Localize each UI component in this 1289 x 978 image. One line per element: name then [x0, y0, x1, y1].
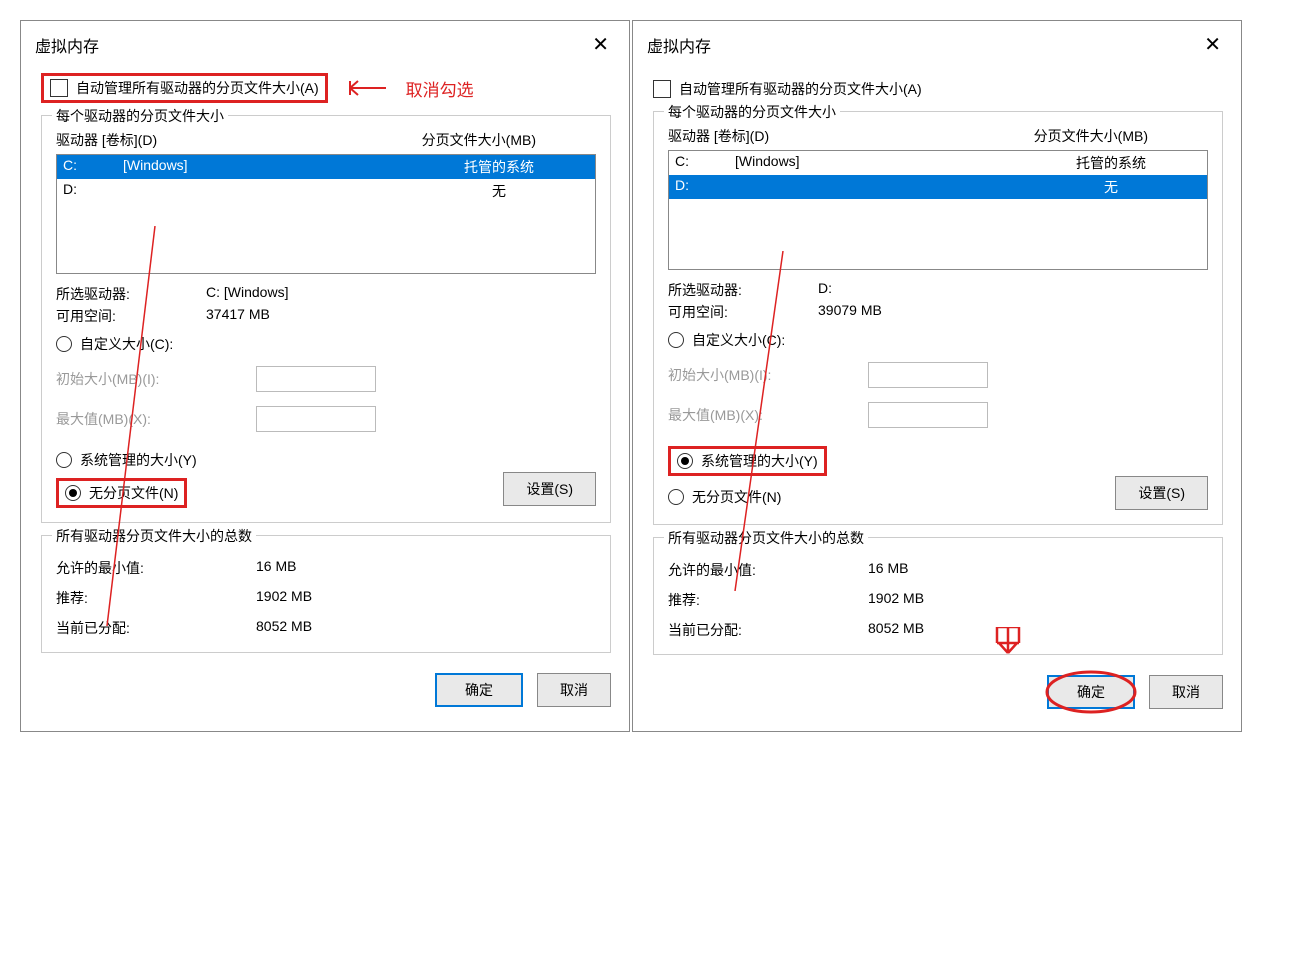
- radio-none-label: 无分页文件(N): [692, 487, 781, 507]
- drive-letter: C:: [63, 157, 123, 177]
- drive-label: [735, 177, 1021, 197]
- rec-value: 1902 MB: [868, 590, 924, 610]
- virtual-memory-dialog-right: 虚拟内存 ✕ 自动管理所有驱动器的分页文件大小(A) 每个驱动器的分页文件大小 …: [632, 20, 1242, 732]
- list-item[interactable]: C:[Windows]托管的系统: [669, 151, 1207, 175]
- free-space-label: 可用空间:: [668, 302, 818, 322]
- cur-label: 当前已分配:: [56, 618, 256, 638]
- close-icon[interactable]: ✕: [1196, 31, 1229, 59]
- drive-letter: D:: [63, 181, 123, 201]
- radio-no-paging[interactable]: 无分页文件(N): [56, 478, 187, 508]
- rec-label: 推荐:: [56, 588, 256, 608]
- dialog-title: 虚拟内存: [647, 33, 711, 57]
- radio-icon[interactable]: [56, 336, 72, 352]
- radio-system-managed[interactable]: 系统管理的大小(Y): [56, 450, 596, 470]
- ok-button[interactable]: 确定: [1047, 675, 1135, 709]
- min-value: 16 MB: [256, 558, 296, 578]
- arrow-left-icon: [342, 77, 386, 99]
- radio-none-label: 无分页文件(N): [89, 483, 178, 503]
- cur-value: 8052 MB: [256, 618, 312, 638]
- free-space-value: 39079 MB: [818, 302, 882, 322]
- free-space-label: 可用空间:: [56, 306, 206, 326]
- dialog-title: 虚拟内存: [35, 33, 99, 57]
- auto-manage-checkbox-row[interactable]: 自动管理所有驱动器的分页文件大小(A): [653, 79, 1223, 99]
- drive-size: 托管的系统: [409, 157, 589, 177]
- initial-size-label: 初始大小(MB)(I):: [668, 365, 868, 385]
- list-item[interactable]: C:[Windows]托管的系统: [57, 155, 595, 179]
- annotation-uncheck: 取消勾选: [406, 76, 474, 101]
- initial-size-input[interactable]: [256, 366, 376, 392]
- drive-label: [Windows]: [735, 153, 1021, 173]
- list-item[interactable]: D: 无: [57, 179, 595, 203]
- radio-custom-label: 自定义大小(C):: [692, 330, 785, 350]
- drive-list[interactable]: C:[Windows]托管的系统D:无: [668, 150, 1208, 270]
- cur-value: 8052 MB: [868, 620, 924, 640]
- radio-icon[interactable]: [677, 453, 693, 469]
- auto-manage-label: 自动管理所有驱动器的分页文件大小(A): [76, 78, 319, 98]
- totals-group: 所有驱动器分页文件大小的总数 允许的最小值: 16 MB 推荐: 1902 MB…: [653, 537, 1223, 655]
- selected-drive-value: C: [Windows]: [206, 284, 288, 304]
- radio-custom-size[interactable]: 自定义大小(C):: [56, 334, 596, 354]
- max-size-label: 最大值(MB)(X):: [668, 405, 868, 425]
- group-legend: 每个驱动器的分页文件大小: [664, 102, 840, 122]
- group-legend: 所有驱动器分页文件大小的总数: [52, 526, 256, 546]
- ok-button[interactable]: 确定: [435, 673, 523, 707]
- max-size-label: 最大值(MB)(X):: [56, 409, 256, 429]
- close-icon[interactable]: ✕: [584, 31, 617, 59]
- list-header-size: 分页文件大小(MB): [1034, 126, 1208, 146]
- initial-size-label: 初始大小(MB)(I):: [56, 369, 256, 389]
- max-size-input[interactable]: [868, 402, 988, 428]
- list-item[interactable]: D: 无: [669, 175, 1207, 199]
- drive-size: 托管的系统: [1021, 153, 1201, 173]
- per-drive-group: 每个驱动器的分页文件大小 驱动器 [卷标](D) 分页文件大小(MB) C:[W…: [41, 115, 611, 523]
- cur-label: 当前已分配:: [668, 620, 868, 640]
- per-drive-group: 每个驱动器的分页文件大小 驱动器 [卷标](D) 分页文件大小(MB) C:[W…: [653, 111, 1223, 525]
- radio-icon[interactable]: [65, 485, 81, 501]
- initial-size-input[interactable]: [868, 362, 988, 388]
- group-legend: 所有驱动器分页文件大小的总数: [664, 528, 868, 548]
- rec-label: 推荐:: [668, 590, 868, 610]
- drive-size: 无: [1021, 177, 1201, 197]
- drive-letter: C:: [675, 153, 735, 173]
- drive-list[interactable]: C:[Windows]托管的系统D:无: [56, 154, 596, 274]
- drive-size: 无: [409, 181, 589, 201]
- radio-icon[interactable]: [668, 332, 684, 348]
- drive-label: [Windows]: [123, 157, 409, 177]
- cancel-button[interactable]: 取消: [537, 673, 611, 707]
- selected-drive-label: 所选驱动器:: [668, 280, 818, 300]
- max-size-input[interactable]: [256, 406, 376, 432]
- checkbox-icon[interactable]: [50, 79, 68, 97]
- auto-manage-checkbox-row[interactable]: 自动管理所有驱动器的分页文件大小(A): [41, 73, 328, 103]
- group-legend: 每个驱动器的分页文件大小: [52, 106, 228, 126]
- radio-icon[interactable]: [56, 452, 72, 468]
- radio-system-label: 系统管理的大小(Y): [80, 450, 197, 470]
- min-value: 16 MB: [868, 560, 908, 580]
- auto-manage-label: 自动管理所有驱动器的分页文件大小(A): [679, 79, 922, 99]
- radio-custom-label: 自定义大小(C):: [80, 334, 173, 354]
- min-label: 允许的最小值:: [668, 560, 868, 580]
- radio-system-label: 系统管理的大小(Y): [701, 451, 818, 471]
- min-label: 允许的最小值:: [56, 558, 256, 578]
- list-header-size: 分页文件大小(MB): [422, 130, 596, 150]
- free-space-value: 37417 MB: [206, 306, 270, 326]
- list-header-drive: 驱动器 [卷标](D): [668, 126, 769, 146]
- cancel-button[interactable]: 取消: [1149, 675, 1223, 709]
- list-header-drive: 驱动器 [卷标](D): [56, 130, 157, 150]
- radio-custom-size[interactable]: 自定义大小(C):: [668, 330, 1208, 350]
- radio-no-paging[interactable]: 无分页文件(N): [668, 487, 781, 507]
- rec-value: 1902 MB: [256, 588, 312, 608]
- set-button[interactable]: 设置(S): [503, 472, 596, 506]
- selected-drive-value: D:: [818, 280, 832, 300]
- drive-label: [123, 181, 409, 201]
- checkbox-icon[interactable]: [653, 80, 671, 98]
- drive-letter: D:: [675, 177, 735, 197]
- selected-drive-label: 所选驱动器:: [56, 284, 206, 304]
- virtual-memory-dialog-left: 虚拟内存 ✕ 自动管理所有驱动器的分页文件大小(A) 取消勾选 每个驱动器的分页…: [20, 20, 630, 732]
- radio-icon[interactable]: [668, 489, 684, 505]
- radio-system-managed[interactable]: 系统管理的大小(Y): [668, 446, 827, 476]
- totals-group: 所有驱动器分页文件大小的总数 允许的最小值: 16 MB 推荐: 1902 MB…: [41, 535, 611, 653]
- set-button[interactable]: 设置(S): [1115, 476, 1208, 510]
